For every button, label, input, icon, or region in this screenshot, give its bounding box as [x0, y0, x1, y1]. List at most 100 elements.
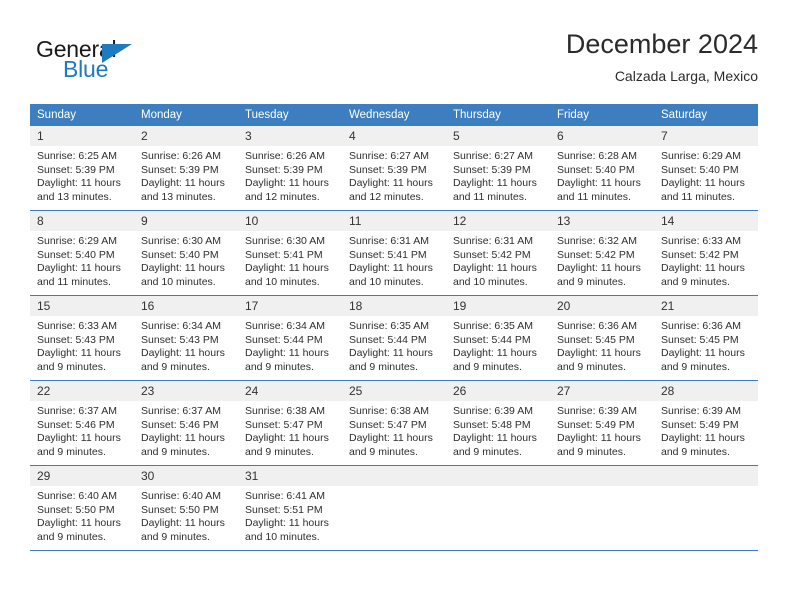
sunset-text: Sunset: 5:40 PM	[37, 248, 115, 261]
sunset-text: Sunset: 5:44 PM	[349, 333, 427, 346]
day-number: 18	[342, 296, 446, 316]
daylight-text-line2: and 11 minutes.	[37, 275, 111, 288]
day-cell[interactable]: 13 Sunrise: 6:32 AM Sunset: 5:42 PM Dayl…	[550, 210, 654, 296]
sunrise-text: Sunrise: 6:41 AM	[245, 490, 325, 502]
day-cell[interactable]: 29 Sunrise: 6:40 AM Sunset: 5:50 PM Dayl…	[30, 465, 134, 551]
daylight-text-line1: Daylight: 11 hours	[141, 262, 225, 275]
day-cell[interactable]: 22 Sunrise: 6:37 AM Sunset: 5:46 PM Dayl…	[30, 380, 134, 466]
day-cell[interactable]: 21 Sunrise: 6:36 AM Sunset: 5:45 PM Dayl…	[654, 295, 758, 381]
day-cell[interactable]: 20 Sunrise: 6:36 AM Sunset: 5:45 PM Dayl…	[550, 295, 654, 381]
day-cell[interactable]: 25 Sunrise: 6:38 AM Sunset: 5:47 PM Dayl…	[342, 380, 446, 466]
sunrise-text: Sunrise: 6:40 AM	[37, 490, 117, 502]
day-cell[interactable]: 5 Sunrise: 6:27 AM Sunset: 5:39 PM Dayli…	[446, 126, 550, 211]
day-cell[interactable]: 9 Sunrise: 6:30 AM Sunset: 5:40 PM Dayli…	[134, 210, 238, 296]
day-number: 9	[134, 211, 238, 231]
day-cell[interactable]: 17 Sunrise: 6:34 AM Sunset: 5:44 PM Dayl…	[238, 295, 342, 381]
day-cell-empty	[342, 465, 446, 551]
sunset-text: Sunset: 5:41 PM	[245, 248, 323, 261]
daylight-text-line1: Daylight: 11 hours	[661, 177, 745, 190]
day-cell[interactable]: 27 Sunrise: 6:39 AM Sunset: 5:49 PM Dayl…	[550, 380, 654, 466]
day-number	[342, 466, 446, 486]
daylight-text-line1: Daylight: 11 hours	[37, 262, 121, 275]
day-cell[interactable]: 16 Sunrise: 6:34 AM Sunset: 5:43 PM Dayl…	[134, 295, 238, 381]
day-details: Sunrise: 6:30 AM Sunset: 5:41 PM Dayligh…	[238, 231, 342, 289]
sunrise-text: Sunrise: 6:26 AM	[245, 150, 325, 162]
day-number: 16	[134, 296, 238, 316]
day-cell[interactable]: 26 Sunrise: 6:39 AM Sunset: 5:48 PM Dayl…	[446, 380, 550, 466]
sunrise-text: Sunrise: 6:34 AM	[141, 320, 221, 332]
sunset-text: Sunset: 5:45 PM	[661, 333, 739, 346]
day-number: 6	[550, 126, 654, 146]
day-cell[interactable]: 4 Sunrise: 6:27 AM Sunset: 5:39 PM Dayli…	[342, 126, 446, 211]
sunset-text: Sunset: 5:43 PM	[141, 333, 219, 346]
day-cell[interactable]: 2 Sunrise: 6:26 AM Sunset: 5:39 PM Dayli…	[134, 126, 238, 211]
day-details: Sunrise: 6:32 AM Sunset: 5:42 PM Dayligh…	[550, 231, 654, 289]
daylight-text-line1: Daylight: 11 hours	[141, 177, 225, 190]
daylight-text-line1: Daylight: 11 hours	[245, 177, 329, 190]
day-details: Sunrise: 6:35 AM Sunset: 5:44 PM Dayligh…	[342, 316, 446, 374]
sunset-text: Sunset: 5:39 PM	[37, 163, 115, 176]
daylight-text-line1: Daylight: 11 hours	[349, 432, 433, 445]
daylight-text-line1: Daylight: 11 hours	[557, 432, 641, 445]
day-cell[interactable]: 19 Sunrise: 6:35 AM Sunset: 5:44 PM Dayl…	[446, 295, 550, 381]
day-details: Sunrise: 6:31 AM Sunset: 5:41 PM Dayligh…	[342, 231, 446, 289]
sunrise-text: Sunrise: 6:39 AM	[557, 405, 637, 417]
calendar-page: General Blue December 2024 Calzada Larga…	[0, 0, 792, 612]
day-cell[interactable]: 11 Sunrise: 6:31 AM Sunset: 5:41 PM Dayl…	[342, 210, 446, 296]
sunset-text: Sunset: 5:39 PM	[141, 163, 219, 176]
calendar-grid: Sunday Monday Tuesday Wednesday Thursday…	[30, 104, 758, 551]
day-cell[interactable]: 14 Sunrise: 6:33 AM Sunset: 5:42 PM Dayl…	[654, 210, 758, 296]
day-number: 30	[134, 466, 238, 486]
day-details: Sunrise: 6:36 AM Sunset: 5:45 PM Dayligh…	[654, 316, 758, 374]
day-cell[interactable]: 23 Sunrise: 6:37 AM Sunset: 5:46 PM Dayl…	[134, 380, 238, 466]
daylight-text-line2: and 9 minutes.	[245, 445, 314, 458]
sunrise-text: Sunrise: 6:30 AM	[245, 235, 325, 247]
daylight-text-line2: and 10 minutes.	[349, 275, 424, 288]
page-title: December 2024	[565, 29, 758, 59]
day-details: Sunrise: 6:34 AM Sunset: 5:43 PM Dayligh…	[134, 316, 238, 374]
day-cell[interactable]: 18 Sunrise: 6:35 AM Sunset: 5:44 PM Dayl…	[342, 295, 446, 381]
day-cell[interactable]: 10 Sunrise: 6:30 AM Sunset: 5:41 PM Dayl…	[238, 210, 342, 296]
daylight-text-line1: Daylight: 11 hours	[557, 177, 641, 190]
daylight-text-line1: Daylight: 11 hours	[557, 347, 641, 360]
day-number: 29	[30, 466, 134, 486]
day-cell[interactable]: 3 Sunrise: 6:26 AM Sunset: 5:39 PM Dayli…	[238, 126, 342, 211]
general-blue-logo[interactable]: General Blue	[36, 36, 206, 86]
week-row: 1 Sunrise: 6:25 AM Sunset: 5:39 PM Dayli…	[30, 126, 758, 211]
day-cell[interactable]: 12 Sunrise: 6:31 AM Sunset: 5:42 PM Dayl…	[446, 210, 550, 296]
weekday-header-monday: Monday	[134, 104, 238, 126]
day-cell[interactable]: 1 Sunrise: 6:25 AM Sunset: 5:39 PM Dayli…	[30, 126, 134, 211]
title-block: December 2024 Calzada Larga, Mexico	[566, 28, 758, 86]
daylight-text-line2: and 10 minutes.	[453, 275, 528, 288]
day-details: Sunrise: 6:38 AM Sunset: 5:47 PM Dayligh…	[342, 401, 446, 459]
day-cell[interactable]: 15 Sunrise: 6:33 AM Sunset: 5:43 PM Dayl…	[30, 295, 134, 381]
day-number: 8	[30, 211, 134, 231]
day-details: Sunrise: 6:29 AM Sunset: 5:40 PM Dayligh…	[30, 231, 134, 289]
day-details: Sunrise: 6:38 AM Sunset: 5:47 PM Dayligh…	[238, 401, 342, 459]
day-cell[interactable]: 30 Sunrise: 6:40 AM Sunset: 5:50 PM Dayl…	[134, 465, 238, 551]
day-details: Sunrise: 6:39 AM Sunset: 5:49 PM Dayligh…	[654, 401, 758, 459]
day-number	[550, 466, 654, 486]
daylight-text-line2: and 9 minutes.	[661, 360, 730, 373]
day-number: 15	[30, 296, 134, 316]
day-cell[interactable]: 7 Sunrise: 6:29 AM Sunset: 5:40 PM Dayli…	[654, 126, 758, 211]
day-details: Sunrise: 6:34 AM Sunset: 5:44 PM Dayligh…	[238, 316, 342, 374]
day-cell[interactable]: 6 Sunrise: 6:28 AM Sunset: 5:40 PM Dayli…	[550, 126, 654, 211]
daylight-text-line2: and 9 minutes.	[37, 530, 106, 543]
day-cell[interactable]: 31 Sunrise: 6:41 AM Sunset: 5:51 PM Dayl…	[238, 465, 342, 551]
day-cell[interactable]: 24 Sunrise: 6:38 AM Sunset: 5:47 PM Dayl…	[238, 380, 342, 466]
sunrise-text: Sunrise: 6:33 AM	[661, 235, 741, 247]
daylight-text-line1: Daylight: 11 hours	[245, 517, 329, 530]
day-number: 2	[134, 126, 238, 146]
daylight-text-line1: Daylight: 11 hours	[453, 177, 537, 190]
day-details: Sunrise: 6:40 AM Sunset: 5:50 PM Dayligh…	[30, 486, 134, 544]
day-cell[interactable]: 8 Sunrise: 6:29 AM Sunset: 5:40 PM Dayli…	[30, 210, 134, 296]
daylight-text-line2: and 10 minutes.	[141, 275, 216, 288]
daylight-text-line2: and 11 minutes.	[661, 190, 735, 203]
day-cell[interactable]: 28 Sunrise: 6:39 AM Sunset: 5:49 PM Dayl…	[654, 380, 758, 466]
sunrise-text: Sunrise: 6:28 AM	[557, 150, 637, 162]
day-details: Sunrise: 6:33 AM Sunset: 5:43 PM Dayligh…	[30, 316, 134, 374]
sunrise-text: Sunrise: 6:30 AM	[141, 235, 221, 247]
daylight-text-line2: and 9 minutes.	[141, 530, 210, 543]
day-details: Sunrise: 6:39 AM Sunset: 5:48 PM Dayligh…	[446, 401, 550, 459]
